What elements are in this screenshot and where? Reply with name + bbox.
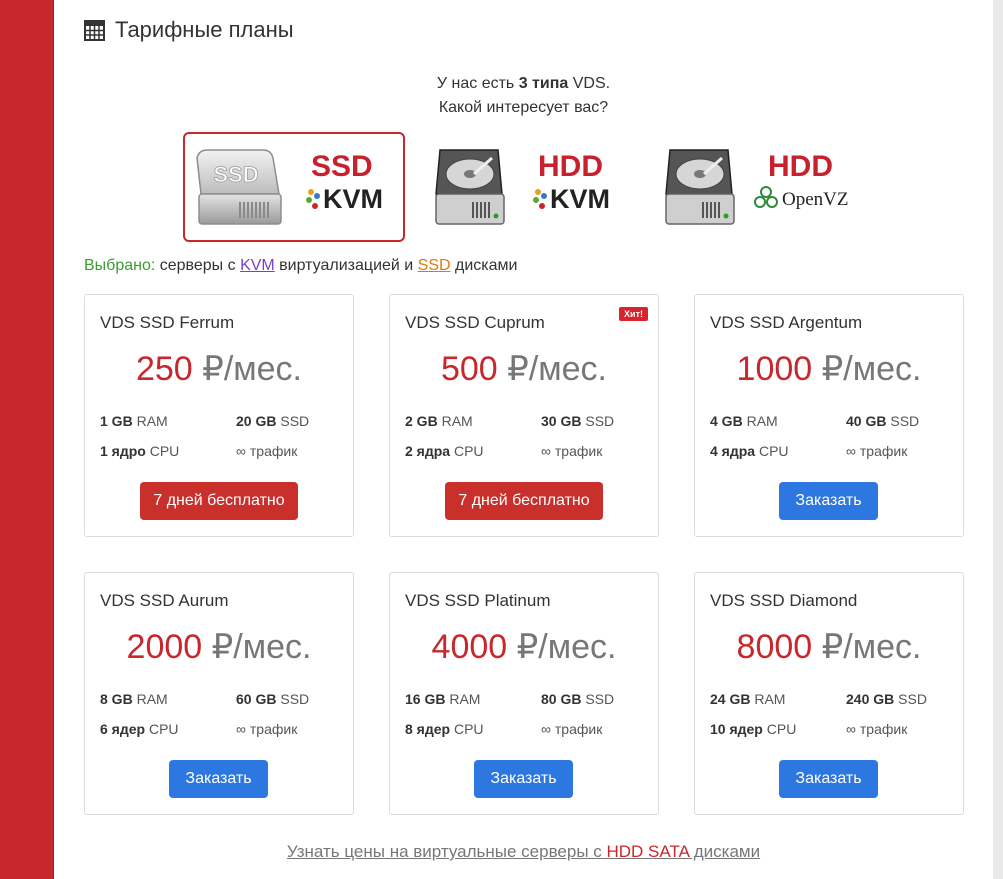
intro-line1-end: VDS. bbox=[568, 75, 611, 92]
spec-disk: 30 GB SSD bbox=[541, 413, 615, 429]
spec-ram: 2 GB RAM bbox=[405, 413, 473, 429]
hdd-drive-icon bbox=[435, 149, 505, 225]
openvz-logo-icon bbox=[754, 186, 778, 208]
spec-cpu: 2 ядра CPU bbox=[405, 443, 484, 459]
left-accent-bar bbox=[0, 0, 54, 879]
spec-disk: 60 GB SSD bbox=[236, 691, 310, 707]
selection-summary: Выбрано: серверы с KVM виртуализацией и … bbox=[84, 257, 517, 275]
virtualization-label: OpenVZ bbox=[782, 189, 849, 210]
virtualization-label: KVM bbox=[323, 184, 383, 214]
plan-card-argentum: VDS SSD Argentum 1000 ₽/мес. 4 GB RAM 40… bbox=[694, 294, 964, 537]
section-title-text: Тарифные планы bbox=[115, 17, 294, 42]
svg-text:SSD: SSD bbox=[213, 162, 258, 187]
plan-price: 2000 ₽/мес. bbox=[126, 628, 312, 666]
spec-traffic: ∞ трафик bbox=[541, 443, 603, 459]
disk-type-label: SSD bbox=[311, 150, 373, 183]
hit-badge: Хит! bbox=[619, 307, 648, 321]
server-type-hdd-openvz[interactable]: HDD OpenVZ bbox=[640, 132, 862, 242]
plan-card-platinum: VDS SSD Platinum 4000 ₽/мес. 16 GB RAM 8… bbox=[389, 572, 659, 815]
free-trial-button[interactable]: 7 дней бесплатно bbox=[140, 482, 298, 520]
plan-card-aurum: VDS SSD Aurum 2000 ₽/мес. 8 GB RAM 60 GB… bbox=[84, 572, 354, 815]
intro-line2: Какой интересует вас? bbox=[438, 99, 609, 116]
plan-price: 4000 ₽/мес. bbox=[431, 628, 617, 666]
calculator-icon bbox=[84, 19, 105, 41]
spec-ram: 24 GB RAM bbox=[710, 691, 786, 707]
footer-link-text: Узнать цены на виртуальные серверы с bbox=[286, 842, 607, 861]
spec-traffic: ∞ трафик bbox=[846, 721, 908, 737]
plan-card-diamond: VDS SSD Diamond 8000 ₽/мес. 24 GB RAM 24… bbox=[694, 572, 964, 815]
kvm-logo-icon bbox=[533, 189, 547, 209]
order-button[interactable]: Заказать bbox=[474, 760, 573, 798]
plan-name: VDS SSD Aurum bbox=[100, 591, 229, 610]
selection-ssd-link[interactable]: SSD bbox=[418, 257, 451, 274]
ssd-drive-icon: SSD bbox=[196, 149, 282, 225]
spec-traffic: ∞ трафик bbox=[236, 721, 298, 737]
spec-ram: 8 GB RAM bbox=[100, 691, 168, 707]
free-trial-button[interactable]: 7 дней бесплатно bbox=[445, 482, 603, 520]
order-button[interactable]: Заказать bbox=[169, 760, 268, 798]
plan-price: 8000 ₽/мес. bbox=[736, 628, 922, 666]
order-button[interactable]: Заказать bbox=[779, 760, 878, 798]
spec-disk: 240 GB SSD bbox=[846, 691, 927, 707]
spec-disk: 40 GB SSD bbox=[846, 413, 920, 429]
server-type-selector: SSD SSD KVM HDD KVM HDD OpenVZ bbox=[54, 132, 993, 242]
server-type-hdd-kvm[interactable]: HDD KVM bbox=[410, 132, 632, 242]
plan-card-ferrum: VDS SSD Ferrum 250 ₽/мес. 1 GB RAM 20 GB… bbox=[84, 294, 354, 537]
spec-cpu: 10 ядер CPU bbox=[710, 721, 797, 737]
plan-price: 250 ₽/мес. bbox=[135, 350, 302, 388]
selection-text: серверы с bbox=[155, 257, 241, 274]
plan-name: VDS SSD Argentum bbox=[710, 313, 863, 332]
selection-kvm-link[interactable]: KVM bbox=[240, 257, 275, 274]
spec-traffic: ∞ трафик bbox=[541, 721, 603, 737]
selection-text: дисками bbox=[450, 257, 518, 274]
plan-name: VDS SSD Diamond bbox=[710, 591, 858, 610]
spec-ram: 16 GB RAM bbox=[405, 691, 481, 707]
selection-text: виртуализацией и bbox=[274, 257, 418, 274]
order-button[interactable]: Заказать bbox=[779, 482, 878, 520]
plan-price: 500 ₽/мес. bbox=[440, 350, 607, 388]
footer-link-text: дисками bbox=[689, 842, 761, 861]
spec-ram: 1 GB RAM bbox=[100, 413, 168, 429]
spec-cpu: 8 ядер CPU bbox=[405, 721, 484, 737]
plan-name: VDS SSD Platinum bbox=[405, 591, 551, 610]
intro-line1-bold: 3 типа bbox=[518, 75, 569, 92]
spec-ram: 4 GB RAM bbox=[710, 413, 778, 429]
section-title: Тарифные планы bbox=[84, 16, 294, 44]
plan-name: VDS SSD Ferrum bbox=[100, 313, 235, 332]
hdd-sata-prices-link[interactable]: Узнать цены на виртуальные серверы с HDD… bbox=[54, 842, 993, 862]
spec-traffic: ∞ трафик bbox=[236, 443, 298, 459]
selection-label: Выбрано: bbox=[84, 257, 156, 274]
plan-name: VDS SSD Cuprum bbox=[405, 313, 545, 332]
right-edge bbox=[993, 0, 1003, 879]
spec-cpu: 4 ядра CPU bbox=[710, 443, 789, 459]
kvm-logo-icon bbox=[306, 189, 320, 209]
disk-type-label: HDD bbox=[538, 150, 603, 183]
spec-disk: 80 GB SSD bbox=[541, 691, 615, 707]
spec-traffic: ∞ трафик bbox=[846, 443, 908, 459]
plan-price: 1000 ₽/мес. bbox=[736, 350, 922, 388]
spec-cpu: 6 ядер CPU bbox=[100, 721, 179, 737]
spec-cpu: 1 ядро CPU bbox=[100, 443, 180, 459]
pricing-panel: Тарифные планы У нас есть 3 типа VDS. Ка… bbox=[54, 0, 993, 879]
disk-type-label: HDD bbox=[768, 150, 833, 183]
intro-line1-start: У нас есть bbox=[436, 75, 519, 92]
server-type-ssd-kvm[interactable]: SSD SSD KVM bbox=[183, 132, 405, 242]
spec-disk: 20 GB SSD bbox=[236, 413, 310, 429]
intro-text: У нас есть 3 типа VDS. Какой интересует … bbox=[54, 72, 993, 120]
virtualization-label: KVM bbox=[550, 184, 610, 214]
plan-card-cuprum: Хит! VDS SSD Cuprum 500 ₽/мес. 2 GB RAM … bbox=[389, 294, 659, 537]
hdd-drive-icon bbox=[665, 149, 735, 225]
footer-link-highlight: HDD SATA bbox=[606, 842, 690, 861]
